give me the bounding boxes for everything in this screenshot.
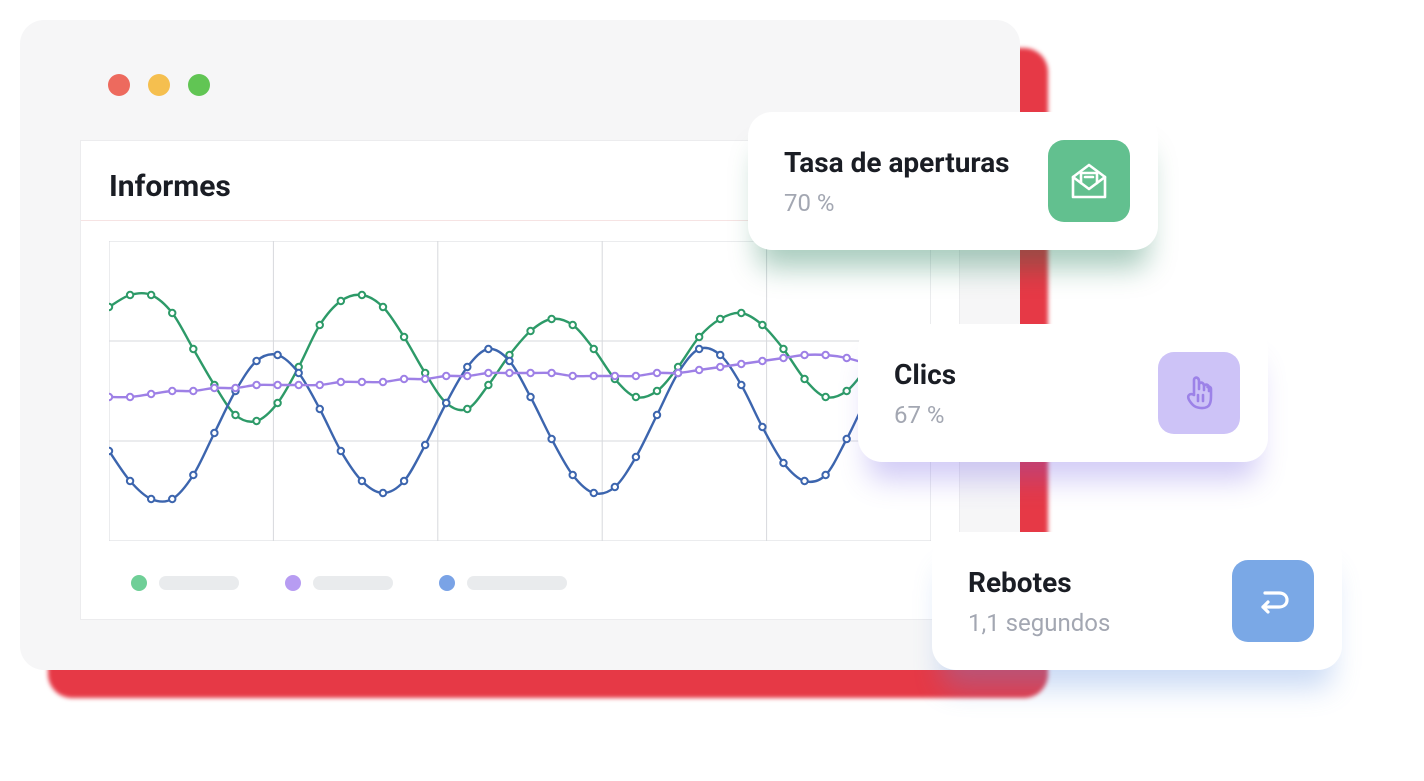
legend-label-placeholder	[313, 576, 393, 590]
line-chart	[109, 241, 931, 541]
window-close-icon[interactable]	[108, 74, 130, 96]
metric-card-clicks[interactable]: Clics 67 %	[858, 324, 1268, 462]
pointer-icon	[1158, 352, 1240, 434]
metric-heading: Tasa de aperturas	[784, 146, 1010, 179]
legend-dot-icon	[439, 575, 455, 591]
legend-label-placeholder	[467, 576, 567, 590]
metric-text: Rebotes 1,1 segundos	[968, 566, 1110, 637]
metric-heading: Rebotes	[968, 566, 1110, 599]
chart	[109, 241, 931, 541]
metric-value: 70 %	[784, 189, 1010, 217]
legend-item-clics	[285, 575, 393, 591]
envelope-open-icon	[1048, 140, 1130, 222]
metric-value: 67 %	[894, 401, 956, 429]
legend-dot-icon	[131, 575, 147, 591]
metric-text: Tasa de aperturas 70 %	[784, 146, 1010, 217]
window-controls	[108, 74, 210, 96]
metric-value: 1,1 segundos	[968, 609, 1110, 637]
legend-item-aperturas	[131, 575, 239, 591]
metric-heading: Clics	[894, 358, 956, 391]
chart-legend	[131, 575, 567, 591]
legend-label-placeholder	[159, 576, 239, 590]
metric-card-open-rate[interactable]: Tasa de aperturas 70 %	[748, 112, 1158, 250]
return-icon	[1232, 560, 1314, 642]
metric-card-bounce[interactable]: Rebotes 1,1 segundos	[932, 532, 1342, 670]
legend-item-rebotes	[439, 575, 567, 591]
window-zoom-icon[interactable]	[188, 74, 210, 96]
legend-dot-icon	[285, 575, 301, 591]
metric-text: Clics 67 %	[894, 358, 956, 429]
window-minimize-icon[interactable]	[148, 74, 170, 96]
